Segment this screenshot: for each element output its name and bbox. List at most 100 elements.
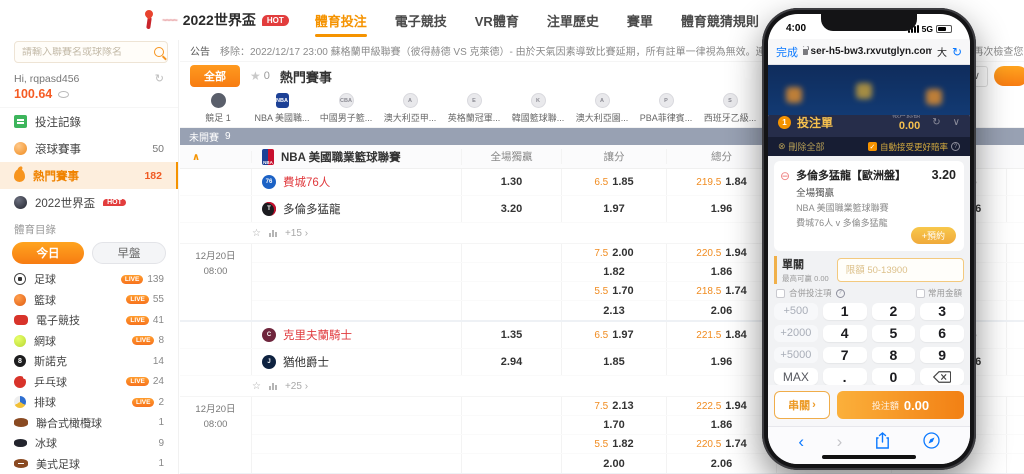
auto-accept-toggle[interactable]: ✓自動接受更好賠率?: [868, 141, 960, 153]
sidebar-item-volleyball[interactable]: 排球LIVE2: [0, 392, 178, 413]
refresh-icon[interactable]: ↻: [932, 117, 940, 128]
eye-icon[interactable]: [58, 91, 69, 98]
sidebar-item-rugby[interactable]: 聯合式橄欖球1: [0, 413, 178, 434]
promo-button[interactable]: [994, 66, 1024, 86]
remove-selection-icon[interactable]: ⊖: [780, 169, 790, 183]
reserve-button[interactable]: +預約: [911, 227, 956, 244]
more-markets-link[interactable]: +25 ›: [285, 381, 308, 392]
odds-handicap[interactable]: 2.13: [562, 301, 667, 320]
odds-handicap[interactable]: 1.97: [562, 196, 667, 222]
delete-all-button[interactable]: ⊗刪除全部: [778, 140, 825, 153]
back-icon[interactable]: ‹: [798, 433, 804, 450]
key-9[interactable]: 9: [920, 347, 964, 364]
tab-aus2[interactable]: A澳大利亞園...: [570, 90, 634, 127]
reload-icon[interactable]: ↻: [952, 45, 962, 59]
sidebar-item-esports[interactable]: 電子競技LIVE41: [0, 310, 178, 331]
compass-icon[interactable]: [923, 432, 940, 452]
common-amount-checkbox[interactable]: [916, 289, 925, 298]
search-input[interactable]: [22, 47, 154, 58]
odds-win[interactable]: 1.35: [462, 322, 562, 348]
stats-icon[interactable]: [269, 229, 277, 237]
favorites-filter[interactable]: ★0: [250, 69, 270, 83]
odds-handicap[interactable]: 1.70: [562, 416, 667, 434]
odds-handicap[interactable]: 5.51.70: [562, 282, 667, 300]
home-indicator[interactable]: [822, 455, 916, 459]
tab-pba[interactable]: PPBA菲律賓...: [634, 90, 698, 127]
favorite-star-icon[interactable]: ☆: [252, 381, 261, 392]
odds-win[interactable]: 3.20: [462, 196, 562, 222]
favorite-star-icon[interactable]: ☆: [252, 228, 261, 239]
quick-amount-2000[interactable]: +2000: [774, 325, 818, 342]
key-6[interactable]: 6: [920, 325, 964, 342]
sidebar-item-ice-hockey[interactable]: 冰球9: [0, 433, 178, 454]
tab-nba[interactable]: NBANBA 美國職...: [250, 90, 314, 127]
tab-cba[interactable]: CBA中國男子籃...: [314, 90, 378, 127]
key-8[interactable]: 8: [872, 347, 916, 364]
odds-handicap[interactable]: 6.51.97: [562, 322, 667, 348]
parlay-button[interactable]: 串關›: [774, 391, 830, 419]
key-0[interactable]: 0: [872, 368, 916, 385]
key-5[interactable]: 5: [872, 325, 916, 342]
sidebar-item-live-events[interactable]: 滾球賽事 50: [0, 135, 178, 162]
collapse-icon[interactable]: ∧: [192, 152, 200, 163]
sidebar-item-bet-records[interactable]: 投注記錄: [0, 108, 178, 135]
odds-total[interactable]: 221.51.84: [667, 322, 777, 348]
share-icon[interactable]: [875, 432, 890, 452]
sidebar-item-american-football[interactable]: 美式足球1: [0, 454, 178, 474]
odds-handicap[interactable]: 6.51.85: [562, 169, 667, 195]
done-button[interactable]: 完成: [776, 44, 798, 60]
sidebar-item-table-tennis[interactable]: 乒乓球LIVE24: [0, 372, 178, 393]
odds-total[interactable]: 1.96: [667, 349, 777, 375]
key-3[interactable]: 3: [920, 303, 964, 320]
early-market-button[interactable]: 早盤: [92, 242, 166, 264]
odds-handicap[interactable]: 2.00: [562, 454, 667, 473]
nav-vr-sports[interactable]: VR體育: [473, 2, 521, 39]
quick-amount-500[interactable]: +500: [774, 303, 818, 320]
sidebar-item-basketball[interactable]: 籃球LIVE55: [0, 290, 178, 311]
tab-kbl[interactable]: K韓國籃球聯...: [506, 90, 570, 127]
key-4[interactable]: 4: [823, 325, 867, 342]
odds-handicap[interactable]: 1.85: [562, 349, 667, 375]
key-2[interactable]: 2: [872, 303, 916, 320]
odds-total[interactable]: 1.96: [667, 196, 777, 222]
more-markets-link[interactable]: +15 ›: [285, 228, 308, 239]
collapse-chevron-icon[interactable]: ∨: [953, 117, 960, 128]
nav-esports[interactable]: 電子競技: [393, 2, 449, 39]
max-button[interactable]: MAX: [774, 368, 818, 385]
stake-input[interactable]: [837, 258, 964, 282]
search-box[interactable]: [14, 41, 168, 63]
tab-eng-champ[interactable]: E英格蘭冠軍...: [442, 90, 506, 127]
odds-handicap[interactable]: 5.51.82: [562, 435, 667, 453]
sidebar-item-snooker[interactable]: 8斯諾克14: [0, 351, 178, 372]
sidebar-item-worldcup[interactable]: 2022世界盃 HOT: [0, 189, 178, 216]
odds-total[interactable]: 222.51.94: [667, 397, 777, 415]
sidebar-item-tennis[interactable]: 網球LIVE8: [0, 331, 178, 352]
sidebar-item-hot-events[interactable]: 熱門賽事 182: [0, 162, 178, 189]
refresh-balance-icon[interactable]: ↻: [155, 72, 164, 85]
address-field[interactable]: ser-h5-bw3.rxvutglyn.com: [803, 46, 932, 57]
forward-icon[interactable]: ›: [837, 433, 843, 450]
odds-total[interactable]: 218.51.74: [667, 282, 777, 300]
today-button[interactable]: 今日: [12, 242, 84, 264]
odds-win[interactable]: 2.94: [462, 349, 562, 375]
tab-jingzu[interactable]: 競足 1: [186, 90, 250, 127]
odds-handicap[interactable]: 1.82: [562, 263, 667, 281]
sidebar-item-soccer[interactable]: 足球LIVE139: [0, 269, 178, 290]
brand-logo[interactable]: ~~~~ 2022世界盃 HOT: [142, 10, 289, 30]
place-bet-button[interactable]: 投注額 0.00: [837, 391, 964, 419]
nav-betslip[interactable]: 賽單: [625, 2, 655, 39]
merge-checkbox[interactable]: [776, 289, 785, 298]
quick-amount-5000[interactable]: +5000: [774, 347, 818, 364]
search-icon[interactable]: [154, 47, 164, 57]
nav-rules[interactable]: 體育競猜規則: [679, 2, 761, 39]
key-dot[interactable]: .: [823, 368, 867, 385]
key-1[interactable]: 1: [823, 303, 867, 320]
odds-total[interactable]: 1.86: [667, 263, 777, 281]
tab-esp2[interactable]: S西班牙乙級...: [698, 90, 762, 127]
odds-win[interactable]: 1.30: [462, 169, 562, 195]
all-filter-button[interactable]: 全部: [190, 65, 240, 87]
odds-total[interactable]: 219.51.84: [667, 169, 777, 195]
key-7[interactable]: 7: [823, 347, 867, 364]
odds-total[interactable]: 1.86: [667, 416, 777, 434]
nav-sports-betting[interactable]: 體育投注: [313, 2, 369, 39]
